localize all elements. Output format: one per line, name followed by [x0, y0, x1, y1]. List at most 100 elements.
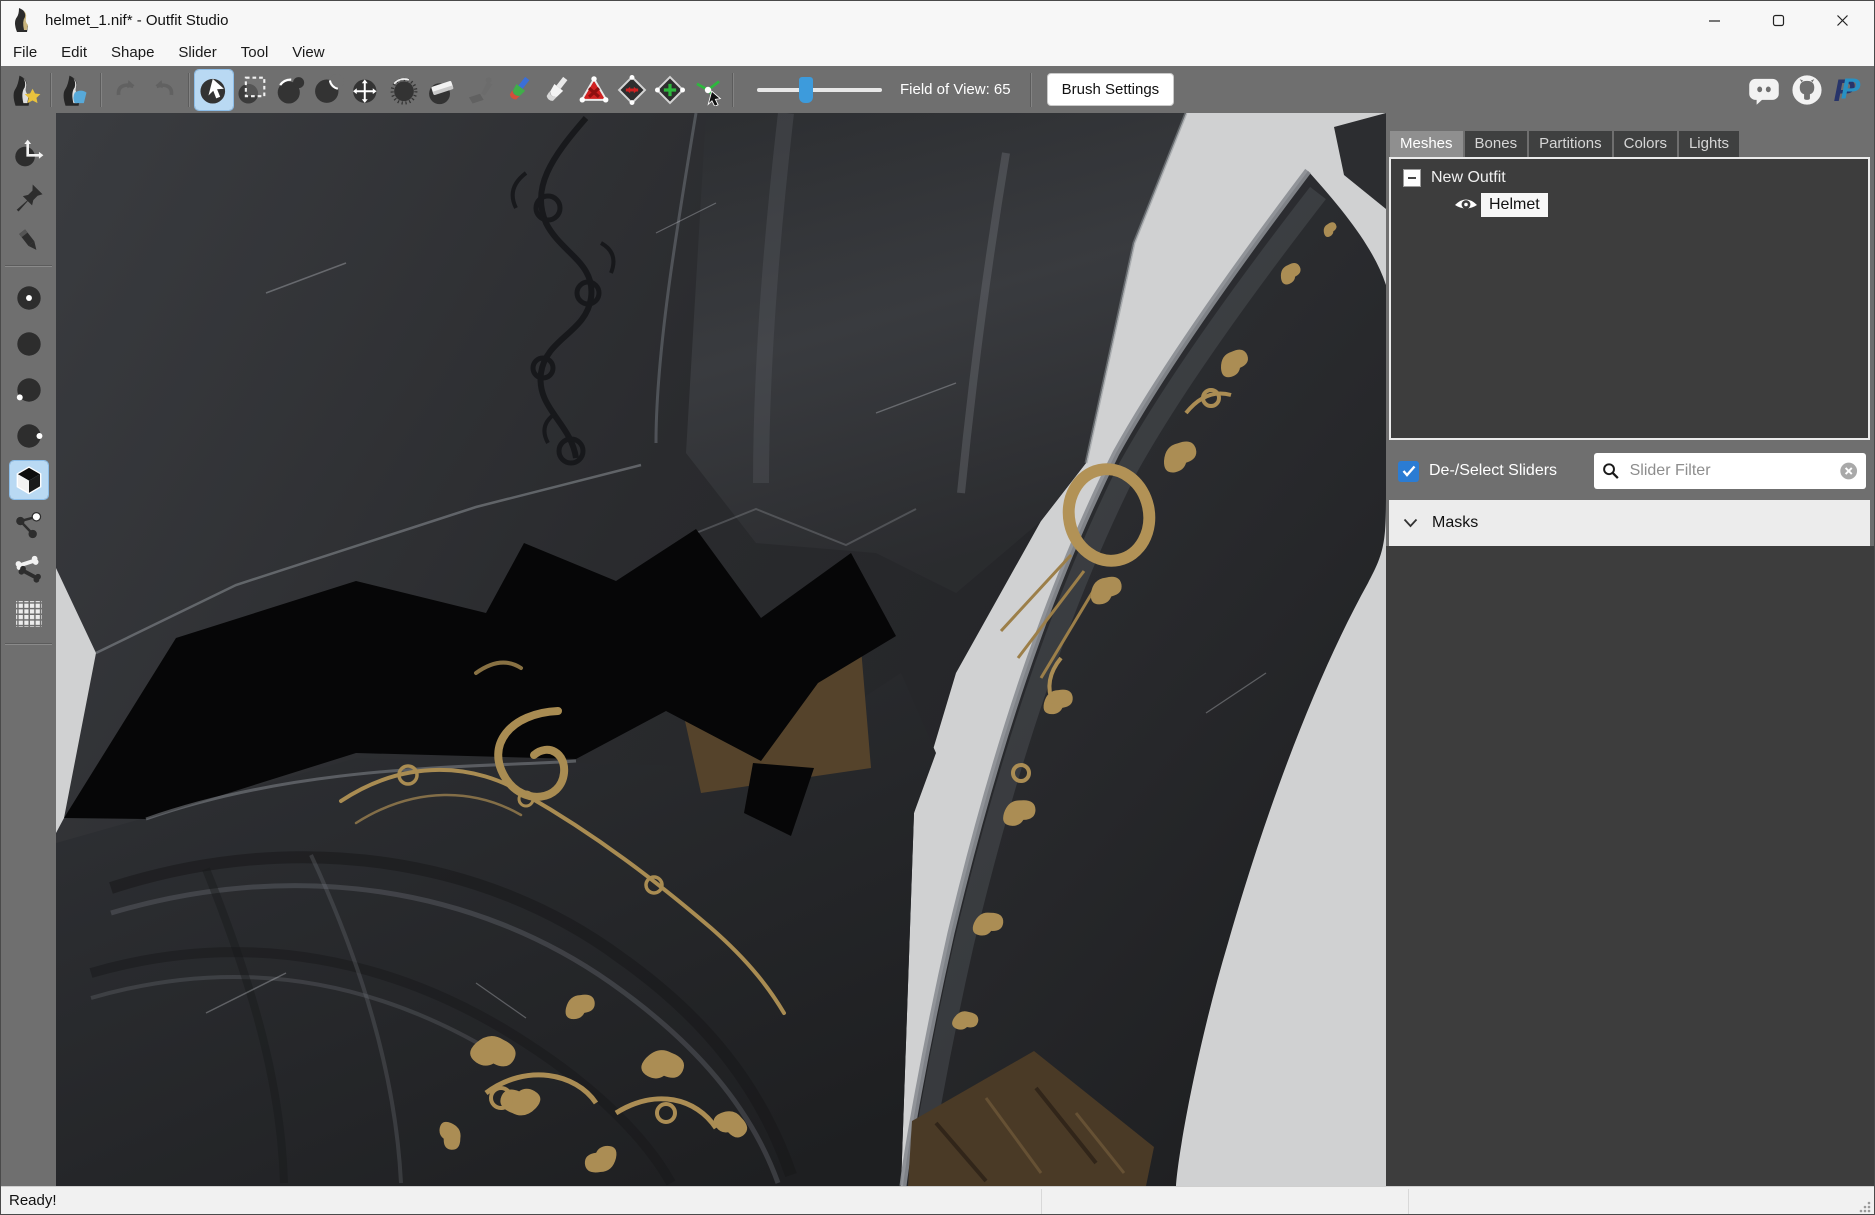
github-icon[interactable] — [1790, 73, 1824, 107]
split-edge-button[interactable] — [651, 70, 689, 110]
deflate-brush-button[interactable] — [309, 70, 347, 110]
color-brush-button[interactable] — [499, 70, 537, 110]
fov-slider[interactable] — [757, 88, 882, 92]
light-front-button[interactable] — [10, 325, 48, 363]
light-directional-1-button[interactable] — [10, 371, 48, 409]
redo-icon — [148, 74, 180, 106]
right-panel: Meshes Bones Partitions Colors Lights Ne… — [1386, 113, 1875, 1186]
inflate-brush-button[interactable] — [271, 70, 309, 110]
vertices-edges-icon — [13, 510, 45, 542]
statusbar: Ready! — [1, 1186, 1874, 1215]
undo-button[interactable] — [107, 70, 145, 110]
toggle-visible-bones-button[interactable] — [10, 549, 48, 587]
pin-icon — [13, 182, 45, 214]
viewport-3d[interactable] — [56, 113, 1386, 1186]
menu-slider[interactable]: Slider — [166, 39, 228, 66]
smooth-brush-icon — [388, 74, 420, 106]
tree-root-label: New Outfit — [1431, 169, 1506, 187]
minimize-button[interactable] — [1682, 1, 1746, 39]
close-icon — [1836, 14, 1849, 27]
left-toolbar-separator — [5, 265, 52, 267]
flip-edge-button[interactable] — [613, 70, 651, 110]
menu-shape[interactable]: Shape — [99, 39, 166, 66]
tab-partitions[interactable]: Partitions — [1529, 131, 1612, 157]
search-icon — [1602, 461, 1620, 481]
redo-button[interactable] — [145, 70, 183, 110]
collapse-vertex-icon — [578, 74, 610, 106]
clear-filter-icon[interactable] — [1839, 460, 1858, 482]
select-tool-button[interactable] — [195, 70, 233, 110]
window-title: helmet_1.nif* - Outfit Studio — [45, 12, 228, 29]
light-directional-2-icon — [13, 420, 45, 452]
inflate-brush-icon — [274, 74, 306, 106]
resize-grip[interactable] — [1858, 1200, 1872, 1214]
tree-item-helmet[interactable]: Helmet — [1453, 193, 1868, 217]
menu-edit[interactable]: Edit — [49, 39, 99, 66]
mask-brush-button[interactable] — [233, 70, 271, 110]
titlebar: helmet_1.nif* - Outfit Studio — [1, 1, 1874, 39]
flip-edge-icon — [616, 74, 648, 106]
panel-tabs: Meshes Bones Partitions Colors Lights — [1386, 113, 1875, 157]
discord-icon[interactable] — [1746, 74, 1782, 106]
helmet-render — [56, 113, 1386, 1186]
perspective-cube-icon — [13, 464, 45, 496]
tab-lights[interactable]: Lights — [1679, 131, 1739, 157]
status-message: Ready! — [9, 1192, 57, 1209]
toggle-grid-button[interactable] — [10, 595, 48, 633]
menubar: File Edit Shape Slider Tool View — [1, 39, 1874, 67]
toolbar-separator — [732, 73, 734, 107]
toolbar-separator — [100, 73, 102, 107]
tab-colors[interactable]: Colors — [1614, 131, 1677, 157]
close-button[interactable] — [1810, 1, 1874, 39]
menu-file[interactable]: File — [1, 39, 49, 66]
visibility-eye-icon[interactable] — [1453, 196, 1479, 214]
toggle-perspective-button[interactable] — [10, 461, 48, 499]
left-toolbar — [1, 113, 57, 1186]
erase-brush-button[interactable] — [423, 70, 461, 110]
load-project-button[interactable] — [57, 70, 95, 110]
masks-section-header[interactable]: Masks — [1389, 500, 1870, 546]
tab-meshes[interactable]: Meshes — [1390, 131, 1463, 157]
weight-brush-button[interactable] — [461, 70, 499, 110]
menu-tool[interactable]: Tool — [229, 39, 281, 66]
alpha-brush-button[interactable] — [537, 70, 575, 110]
main-toolbar: Field of View: 65 Brush Settings P P — [1, 66, 1874, 113]
sliders-empty-area — [1386, 546, 1875, 1186]
move-brush-icon — [350, 74, 382, 106]
bones-icon — [12, 551, 46, 585]
toggle-pin-button[interactable] — [10, 179, 48, 217]
light-center-button[interactable] — [10, 279, 48, 317]
smooth-brush-button[interactable] — [385, 70, 423, 110]
toggle-visible-vertices-button[interactable] — [10, 507, 48, 545]
tree-item-new-outfit[interactable]: New Outfit — [1403, 169, 1868, 187]
collapse-vertex-button[interactable] — [575, 70, 613, 110]
fov-slider-handle[interactable] — [799, 77, 813, 103]
move-vertex-button[interactable] — [689, 70, 727, 110]
slider-filter-input[interactable] — [1628, 461, 1839, 481]
tree-item-helmet-label: Helmet — [1481, 193, 1548, 217]
tab-bones[interactable]: Bones — [1465, 131, 1528, 157]
masks-section-label: Masks — [1432, 514, 1478, 532]
pencil-icon — [14, 226, 44, 256]
new-project-button[interactable] — [7, 70, 45, 110]
move-brush-button[interactable] — [347, 70, 385, 110]
slider-filter-searchbox[interactable] — [1594, 453, 1866, 489]
toggle-rotation-center-button[interactable] — [10, 135, 48, 173]
brush-settings-button[interactable]: Brush Settings — [1047, 73, 1175, 106]
maximize-button[interactable] — [1746, 1, 1810, 39]
select-tool-icon — [198, 74, 230, 106]
fov-label: Field of View: 65 — [900, 81, 1011, 98]
light-front-icon — [13, 328, 45, 360]
toggle-vertex-edit-button[interactable] — [10, 222, 48, 260]
svg-text:P: P — [1841, 73, 1861, 105]
light-directional-2-button[interactable] — [10, 417, 48, 455]
collapse-icon[interactable] — [1403, 169, 1421, 187]
maximize-icon — [1772, 14, 1785, 27]
color-brush-icon — [502, 74, 534, 106]
rotation-center-icon — [12, 137, 46, 171]
menu-view[interactable]: View — [280, 39, 336, 66]
chevron-down-icon — [1403, 518, 1418, 528]
paypal-icon[interactable]: P P — [1832, 73, 1862, 107]
deselect-sliders-checkbox[interactable] — [1398, 461, 1419, 482]
grid-icon — [13, 598, 45, 630]
